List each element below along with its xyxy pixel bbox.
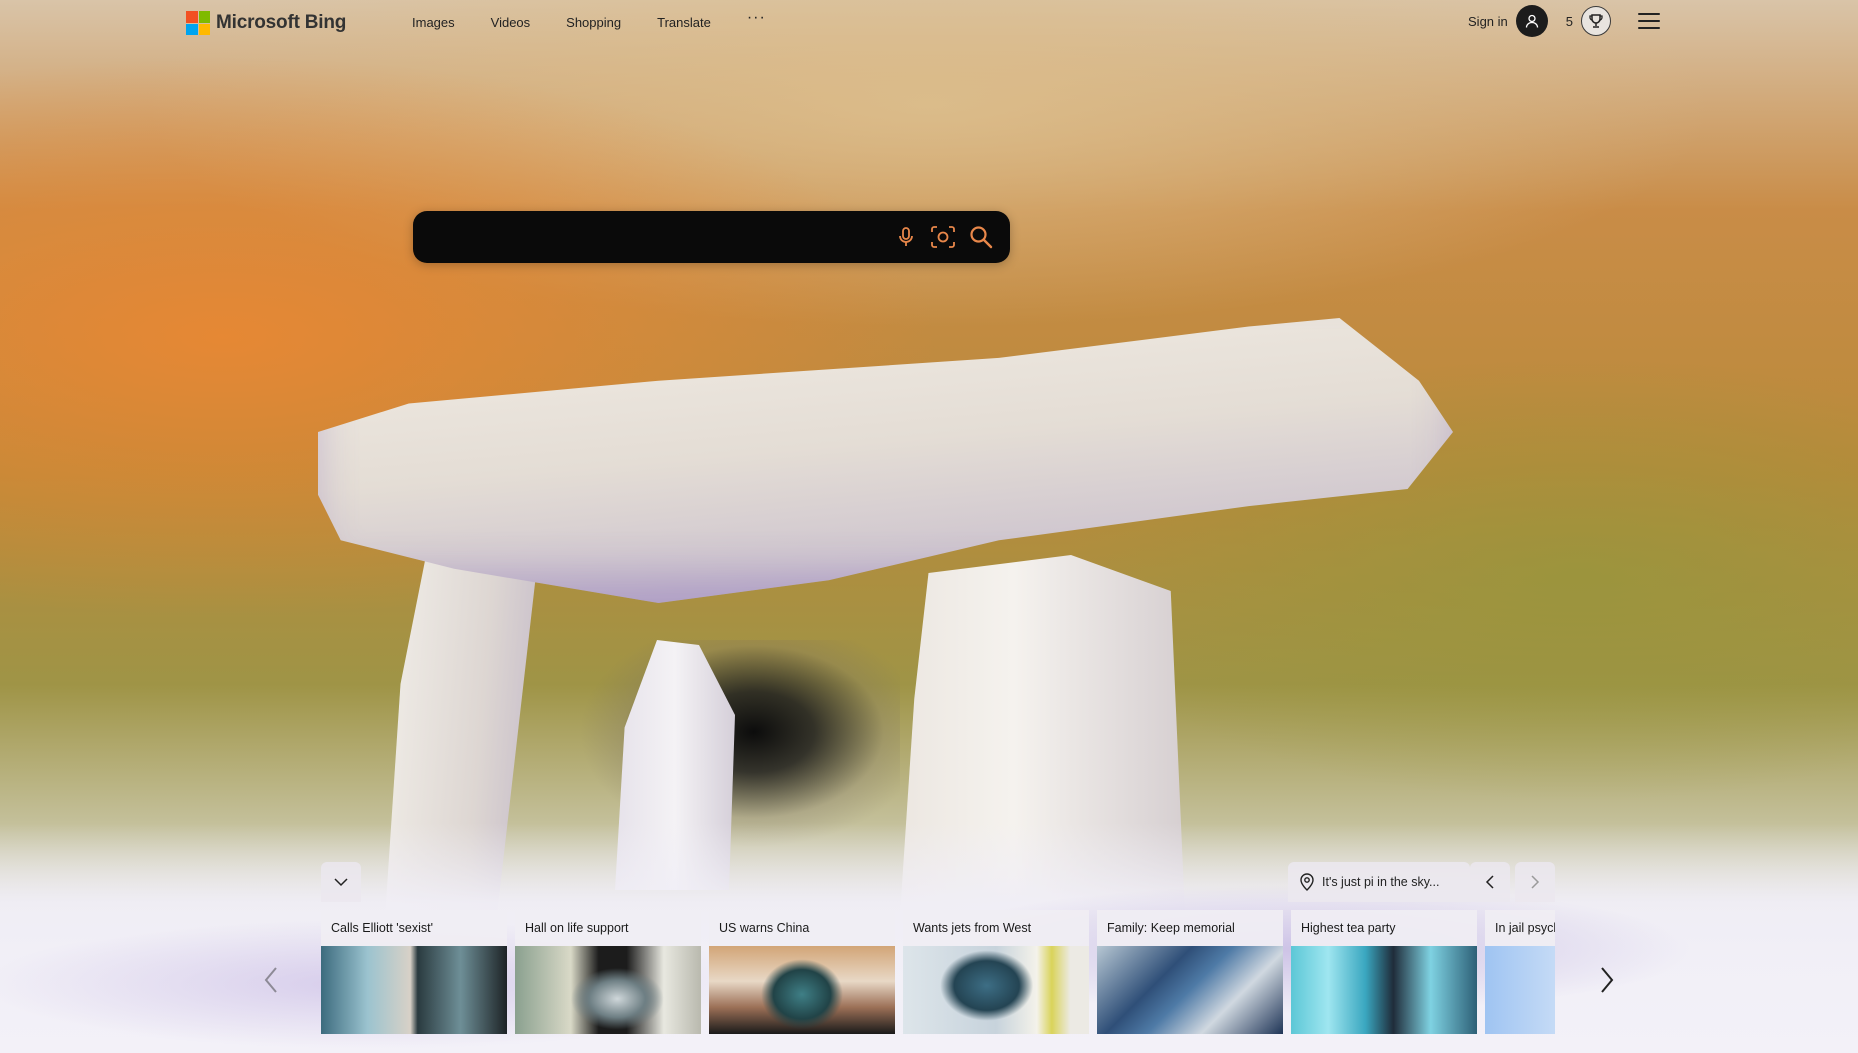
news-card[interactable]: Wants jets from West xyxy=(903,910,1089,1034)
news-card-title: Wants jets from West xyxy=(913,921,1032,935)
news-card[interactable]: Calls Elliott 'sexist' xyxy=(321,910,507,1034)
search-input[interactable] xyxy=(433,211,887,265)
news-card-image xyxy=(321,946,507,1034)
nav-more-button[interactable]: ··· xyxy=(747,9,766,32)
top-header: Microsoft Bing Images Videos Shopping Tr… xyxy=(0,0,1858,46)
nav-videos[interactable]: Videos xyxy=(491,14,531,32)
microsoft-logo-icon xyxy=(186,11,210,35)
chevron-right-icon xyxy=(1601,967,1614,993)
news-card[interactable]: In jail psychi xyxy=(1485,910,1555,1034)
feed-next-button[interactable] xyxy=(1592,960,1622,1000)
chevron-right-icon xyxy=(1531,875,1540,889)
menu-icon[interactable] xyxy=(1638,13,1660,29)
feed-prev-button[interactable] xyxy=(256,960,286,1000)
chevron-left-icon xyxy=(264,967,277,993)
logo-text: Microsoft Bing xyxy=(216,12,347,33)
news-carousel: Calls Elliott 'sexist' Hall on life supp… xyxy=(321,910,1555,1034)
fact-prev-button[interactable] xyxy=(1470,862,1510,902)
news-card[interactable]: Hall on life support xyxy=(515,910,701,1034)
news-card-title: In jail psychi xyxy=(1495,921,1555,935)
nav-shopping[interactable]: Shopping xyxy=(566,14,621,32)
news-card-image xyxy=(903,946,1089,1034)
sign-in-link[interactable]: Sign in xyxy=(1468,14,1508,29)
news-card-title: US warns China xyxy=(719,921,810,935)
trophy-icon xyxy=(1589,14,1603,28)
visual-search-icon[interactable] xyxy=(930,224,956,250)
news-card-image xyxy=(1291,946,1477,1034)
search-icon[interactable] xyxy=(968,224,994,250)
microphone-icon[interactable] xyxy=(893,224,919,250)
nav-translate[interactable]: Translate xyxy=(657,14,711,32)
collapse-feed-button[interactable] xyxy=(321,862,361,902)
news-card-image xyxy=(709,946,895,1034)
location-fact-text: It's just pi in the sky... xyxy=(1322,875,1440,889)
news-card-image xyxy=(1097,946,1283,1034)
top-nav: Images Videos Shopping Translate ··· xyxy=(412,9,802,32)
avatar[interactable] xyxy=(1515,5,1548,37)
news-card[interactable]: Highest tea party xyxy=(1291,910,1477,1034)
rewards-button[interactable] xyxy=(1581,6,1611,36)
header-right: Sign in 5 xyxy=(1468,5,1660,37)
location-pin-icon xyxy=(1300,873,1314,891)
rewards-points: 5 xyxy=(1565,13,1573,29)
chevron-down-icon xyxy=(334,878,348,887)
news-card-image xyxy=(515,946,701,1034)
news-card-title: Family: Keep memorial xyxy=(1107,921,1235,935)
nav-images[interactable]: Images xyxy=(412,14,455,32)
chevron-left-icon xyxy=(1485,875,1494,889)
news-card[interactable]: US warns China xyxy=(709,910,895,1034)
bing-logo[interactable]: Microsoft Bing xyxy=(186,11,346,35)
news-card-title: Calls Elliott 'sexist' xyxy=(331,921,434,935)
news-card-image xyxy=(1485,946,1555,1034)
search-box xyxy=(413,211,1010,265)
fact-next-button[interactable] xyxy=(1515,862,1555,902)
news-card-title: Highest tea party xyxy=(1301,921,1396,935)
news-card-title: Hall on life support xyxy=(525,921,629,935)
user-icon xyxy=(1525,14,1538,28)
news-card[interactable]: Family: Keep memorial xyxy=(1097,910,1283,1034)
location-fact-pill[interactable]: It's just pi in the sky... xyxy=(1288,862,1470,902)
